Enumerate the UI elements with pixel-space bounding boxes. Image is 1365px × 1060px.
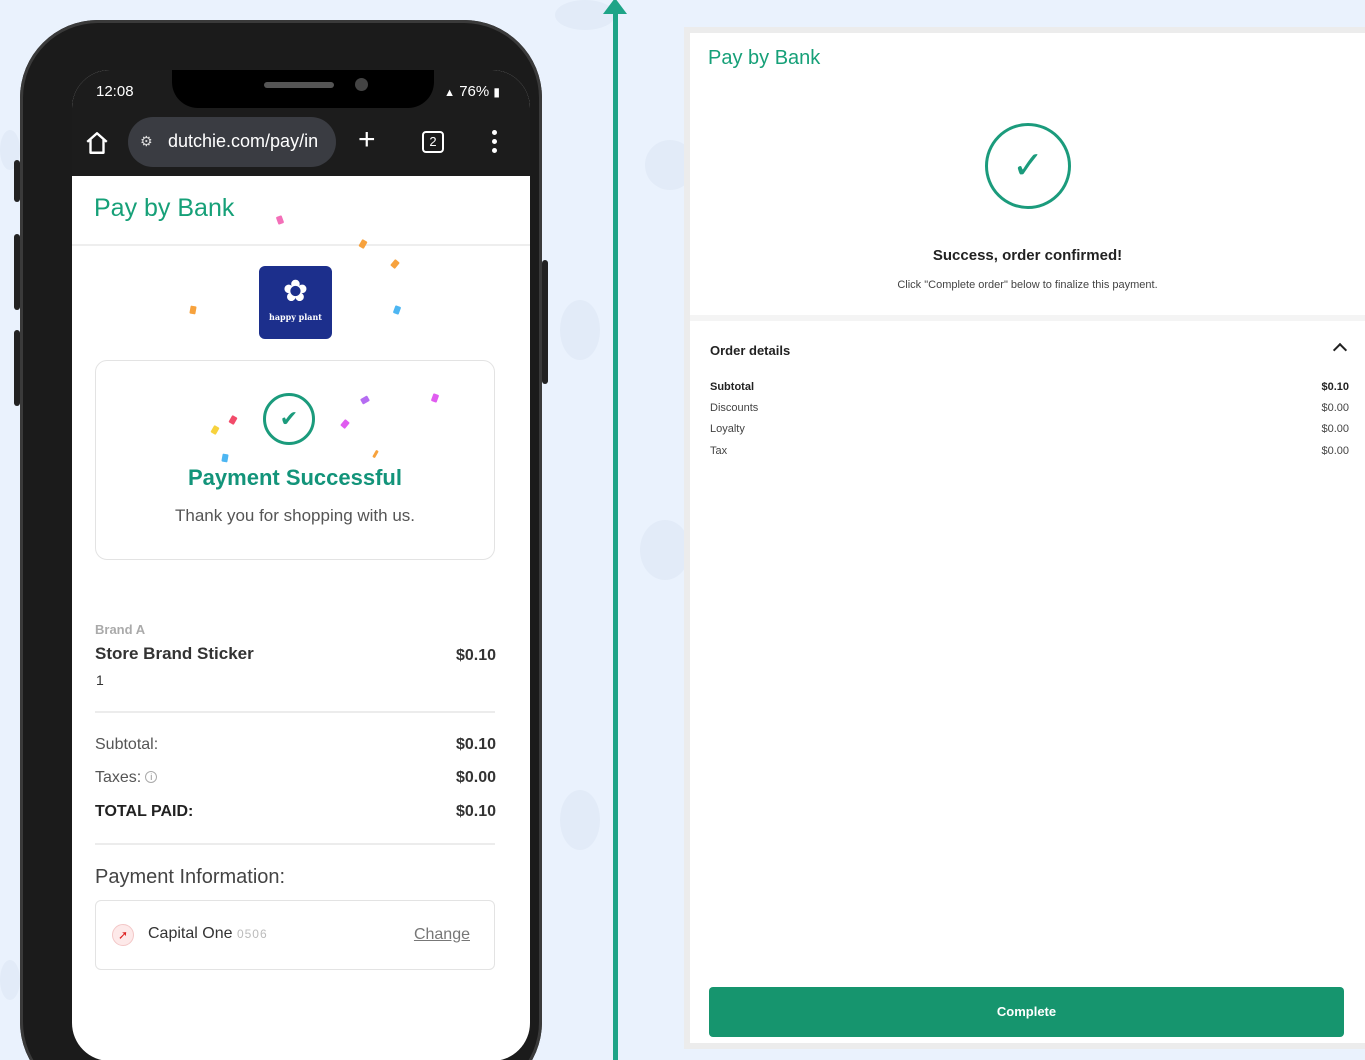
new-tab-plus-icon[interactable]: + [358,125,376,155]
confetti-piece [392,305,402,315]
product-brand: Brand A [95,622,146,637]
tab-switcher-icon[interactable]: 2 [422,131,444,153]
phone-side-button [14,160,20,202]
check-circle-icon: ✓ [985,123,1071,209]
payment-method-card: ➚ Capital One 0506 Change [95,900,495,970]
subtotal-label: Subtotal: [95,736,159,753]
product-name: Store Brand Sticker [95,644,254,663]
phone-screen: 12:08 ▲ 76% ▮ ⚙ dutchie.com/pay/in + 2 P… [72,70,530,1060]
check-circle-icon: ✔ [263,393,315,445]
background-dot [560,300,600,360]
instruction-text: Click "Complete order" below to finalize… [897,279,1158,291]
divider [95,843,495,845]
address-bar[interactable]: ⚙ dutchie.com/pay/in [128,117,336,167]
order-row-label: Subtotal [710,381,754,393]
chevron-up-icon[interactable] [1332,342,1348,358]
front-camera [355,78,368,91]
pay-by-bank-header: Pay by Bank [72,176,530,246]
taxes-row-label: Taxes: i [95,769,158,787]
speaker-grille [264,82,334,88]
phone-power-button [542,260,548,384]
bank-logo-icon: ➚ [112,924,134,946]
status-battery: ▲ 76% ▮ [444,83,500,100]
phone-side-button [14,234,20,310]
payment-success-card: ✔ Payment Successful Thank you for shopp… [95,360,495,560]
url-text: dutchie.com/pay/in [168,131,319,151]
order-row-label: Tax [710,445,728,457]
change-payment-link[interactable]: Change [414,926,470,944]
battery-icon: ▮ [493,85,500,99]
total-paid-label: TOTAL PAID: [95,803,194,820]
arrow-up-icon [603,0,627,14]
order-row-value: $0.00 [1321,402,1349,414]
bank-name: Capital One [148,925,233,942]
phone-side-button [14,330,20,406]
info-icon[interactable]: i [145,771,158,783]
overflow-menu-icon[interactable] [492,130,498,156]
home-icon[interactable] [84,130,110,156]
payment-information-title: Payment Information: [95,866,286,888]
flower-icon: ✿ [282,275,309,308]
taxes-label: Taxes: [95,769,142,786]
section-separator [690,315,1365,321]
signal-icon: ▲ [444,87,456,99]
success-message: Success, order confirmed! [932,247,1123,264]
subtotal-value: $0.10 [455,736,496,753]
pay-by-bank-title: Pay by Bank [708,47,821,69]
status-time: 12:08 [96,83,134,100]
background-dot [0,960,20,1000]
payment-success-subtitle: Thank you for shopping with us. [174,506,416,525]
confetti-piece [390,259,400,269]
order-details-title: Order details [710,343,791,358]
store-logo-text: happy plant [269,312,322,322]
browser-toolbar: ⚙ dutchie.com/pay/in + 2 [72,114,530,176]
complete-button[interactable]: Complete [709,987,1344,1037]
order-row-label: Loyalty [710,423,745,435]
pay-by-bank-title: Pay by Bank [94,194,235,222]
divider [95,711,495,713]
order-row-value: $0.10 [1321,381,1349,393]
site-settings-icon[interactable]: ⚙ [140,133,153,150]
camera-notch [172,70,434,108]
total-paid-value: $0.10 [455,803,496,820]
arrow-shaft [613,4,618,1060]
masked-account-number: 0506 [236,927,268,941]
background-dot [560,790,600,850]
background-dot [640,520,690,580]
order-row-value: $0.00 [1321,445,1349,457]
product-price: $0.10 [455,647,496,664]
order-row-label: Discounts [710,402,759,414]
order-confirmation-panel: Pay by Bank ✓ Success, order confirmed! … [684,27,1365,1049]
order-row-value: $0.00 [1321,423,1349,435]
taxes-value: $0.00 [455,769,496,786]
payment-success-title: Payment Successful [188,465,402,490]
product-quantity: 1 [96,672,104,688]
bank-name-row: Capital One 0506 [148,925,268,943]
phone-frame: 12:08 ▲ 76% ▮ ⚙ dutchie.com/pay/in + 2 P… [14,20,548,1060]
battery-percent: 76% [459,83,490,100]
confetti-piece [189,305,197,315]
store-logo: ✿ happy plant [259,266,332,339]
